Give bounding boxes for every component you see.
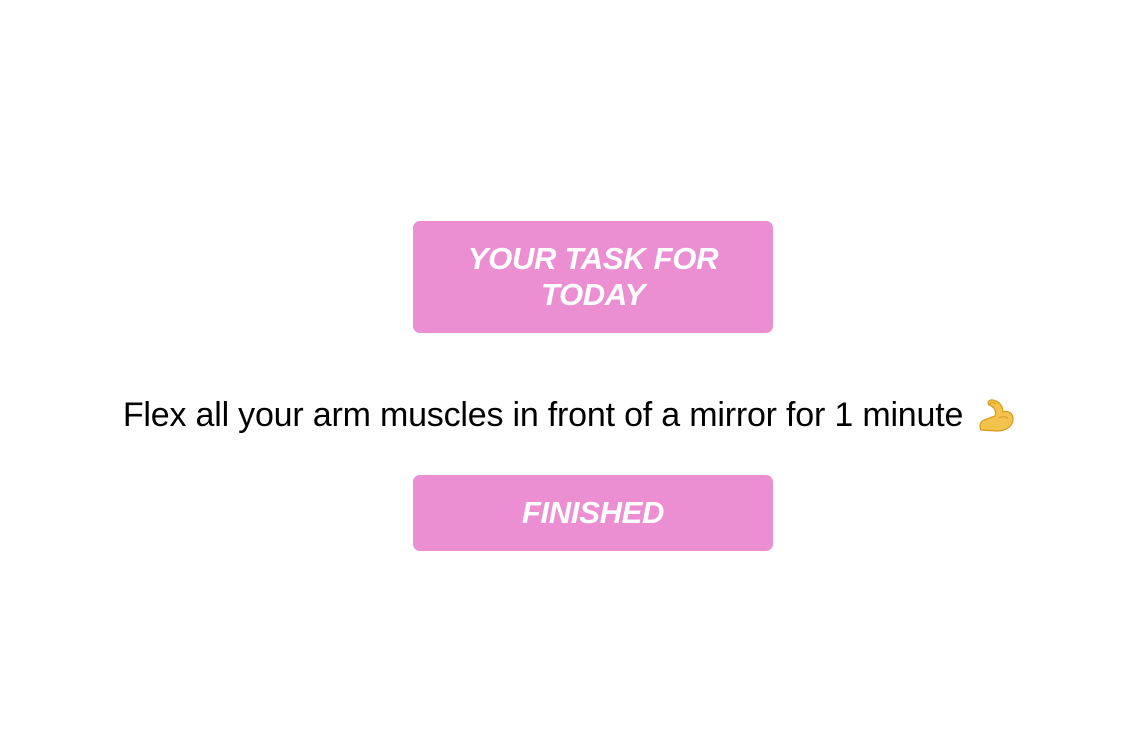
task-heading: YOUR TASK FOR TODAY xyxy=(467,241,719,312)
finished-button[interactable]: FINISHED xyxy=(413,475,773,551)
task-description: Flex all your arm muscles in front of a … xyxy=(122,395,964,434)
flexed-biceps-icon xyxy=(975,396,1017,434)
task-description-row: Flex all your arm muscles in front of a … xyxy=(0,392,1140,438)
task-heading-badge: YOUR TASK FOR TODAY xyxy=(413,221,773,333)
finished-button-label: FINISHED xyxy=(521,495,665,530)
